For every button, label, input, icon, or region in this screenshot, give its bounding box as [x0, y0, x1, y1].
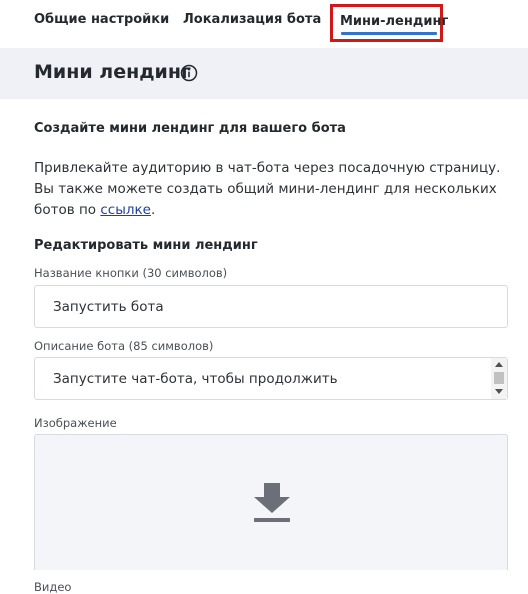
button-name-value: Запустить бота [53, 299, 164, 315]
active-tab-underline [341, 32, 437, 35]
tab-bot-localization[interactable]: Локализация бота [183, 12, 321, 27]
video-label: Видео [34, 580, 72, 594]
description-link[interactable]: ссылке [100, 202, 151, 218]
tab-mini-landing[interactable]: Мини-лендинг [330, 4, 448, 42]
scroll-up-arrow-icon[interactable] [495, 362, 503, 367]
section-subtitle: Создайте мини лендинг для вашего бота [34, 121, 346, 136]
image-label: Изображение [34, 416, 117, 430]
tab-mini-landing-label: Мини-лендинг [340, 14, 449, 29]
page-title: Мини лендинг [34, 61, 191, 83]
section-header: Мини лендинг [0, 48, 528, 99]
button-name-label: Название кнопки (30 символов) [34, 266, 228, 280]
scroll-thumb[interactable] [494, 372, 504, 384]
description-end: . [150, 202, 156, 218]
bot-description-label: Описание бота (85 символов) [34, 339, 214, 353]
button-name-input[interactable]: Запустить бота [34, 285, 508, 328]
bot-description-value: Запустите чат-бота, чтобы продолжить [53, 371, 338, 387]
image-upload-area[interactable] [34, 434, 508, 570]
tab-bar: Общие настройки Локализация бота Мини-ле… [0, 0, 528, 48]
scroll-down-arrow-icon[interactable] [495, 389, 503, 394]
info-icon[interactable] [180, 64, 198, 82]
download-icon [254, 483, 290, 522]
tab-general-settings[interactable]: Общие настройки [34, 12, 169, 27]
textarea-scrollbar[interactable] [491, 358, 507, 399]
edit-heading: Редактировать мини лендинг [34, 238, 258, 253]
bot-description-textarea[interactable]: Запустите чат-бота, чтобы продолжить [34, 357, 508, 400]
section-description: Привлекайте аудиторию в чат-бота через п… [34, 158, 514, 221]
